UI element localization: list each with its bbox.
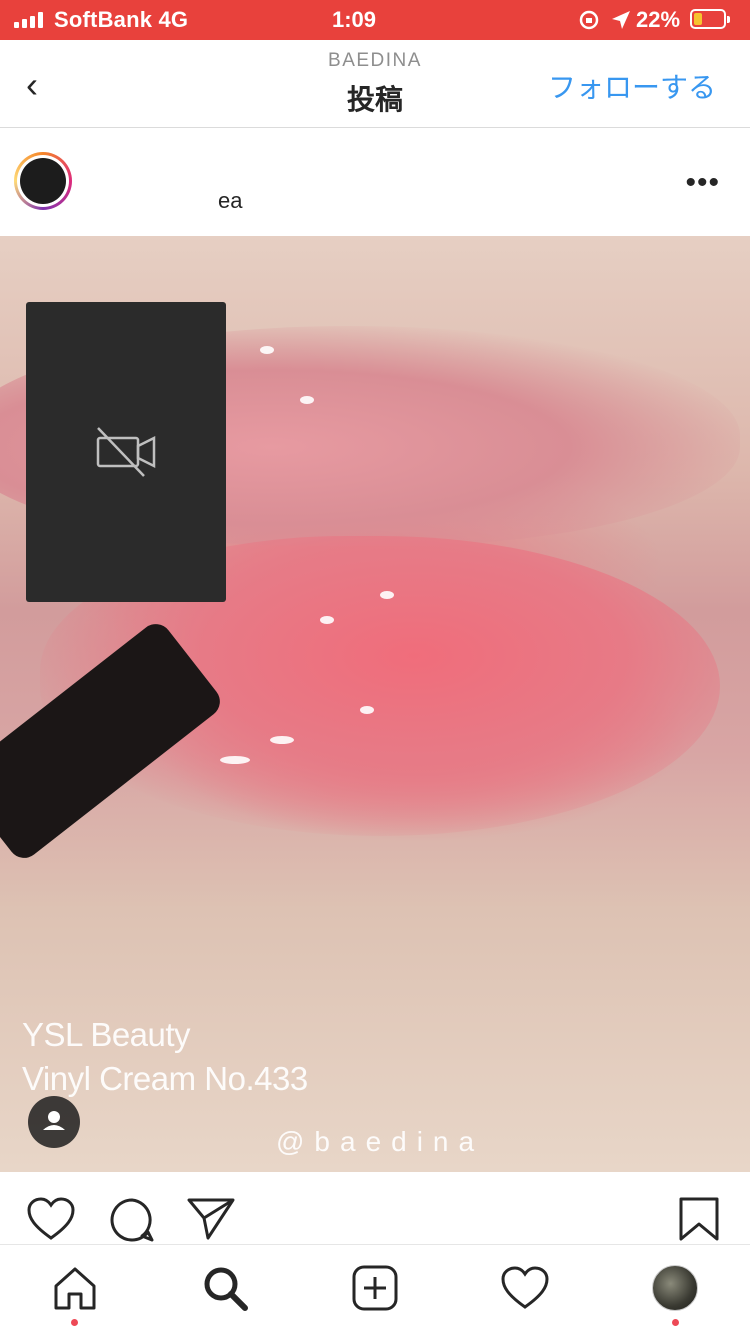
- video-off-icon: [96, 427, 156, 477]
- carrier-label: SoftBank 4G: [54, 7, 189, 32]
- follow-button[interactable]: フォローする: [548, 66, 716, 106]
- tab-activity[interactable]: [500, 1263, 550, 1313]
- tab-home[interactable]: [50, 1263, 100, 1313]
- comment-icon[interactable]: [108, 1196, 156, 1244]
- status-bar: SoftBank 4G 1:09 22%: [0, 0, 750, 40]
- tab-bar: [0, 1244, 750, 1334]
- post-username[interactable]: ea: [218, 188, 242, 214]
- notification-dot: [672, 1319, 679, 1326]
- add-icon: [352, 1265, 398, 1311]
- orientation-lock-icon: [579, 10, 599, 30]
- video-caption-brand: YSL Beauty: [22, 1016, 191, 1053]
- home-icon: [54, 1267, 96, 1310]
- activity-icon: [501, 1266, 549, 1309]
- notification-dot: [71, 1319, 78, 1326]
- tab-profile[interactable]: [650, 1263, 700, 1313]
- avatar[interactable]: [14, 152, 72, 210]
- battery-icon: [690, 9, 730, 29]
- camera-off-overlay[interactable]: [26, 302, 226, 602]
- signal-icon: [14, 10, 43, 28]
- search-icon: [204, 1267, 248, 1311]
- heart-icon[interactable]: [26, 1196, 76, 1242]
- profile-icon: [652, 1265, 698, 1311]
- battery-percentage: 22%: [636, 7, 681, 32]
- post-actions: [0, 1172, 750, 1244]
- location-icon: [612, 11, 630, 29]
- post-header: ea •••: [0, 128, 750, 236]
- tab-add[interactable]: [350, 1263, 400, 1313]
- share-icon[interactable]: [186, 1196, 236, 1242]
- more-horizontal-icon[interactable]: •••: [685, 166, 720, 200]
- video-watermark: @baedina: [276, 1126, 485, 1157]
- bookmark-icon[interactable]: [678, 1196, 720, 1242]
- video-caption-product: Vinyl Cream No.433: [22, 1060, 308, 1097]
- clock: 1:09: [332, 7, 377, 32]
- user-tag-button[interactable]: [28, 1096, 80, 1148]
- person-icon: [43, 1111, 65, 1130]
- tab-search[interactable]: [200, 1263, 250, 1313]
- nav-header: ‹ BAEDINA 投稿 フォローする: [0, 40, 750, 128]
- post-video[interactable]: YSL Beauty Vinyl Cream No.433 @baedina: [0, 236, 750, 1172]
